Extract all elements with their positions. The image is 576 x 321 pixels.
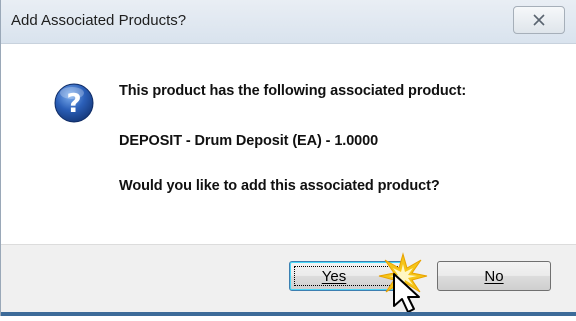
question-icon: ? [53, 82, 95, 124]
svg-text:?: ? [66, 89, 81, 119]
no-button[interactable]: No [437, 261, 551, 291]
yes-button-label: Yes [321, 268, 347, 285]
no-button-label: No [484, 268, 504, 285]
message-line-2: DEPOSIT - Drum Deposit (EA) - 1.0000 [119, 133, 379, 149]
button-bar: Yes No [1, 244, 576, 316]
message-line-3: Would you like to add this associated pr… [119, 178, 440, 194]
dialog-content: ? This product has the following associa… [1, 44, 576, 244]
window-bottom-edge [1, 312, 576, 316]
close-button[interactable] [513, 6, 565, 34]
close-icon [532, 14, 546, 26]
mouse-pointer-icon [391, 272, 425, 316]
message-line-1: This product has the following associate… [119, 83, 467, 99]
dialog-window: Add Associated Products? ? This product … [0, 0, 576, 316]
dialog-title: Add Associated Products? [11, 12, 187, 29]
title-bar[interactable]: Add Associated Products? [1, 0, 576, 44]
